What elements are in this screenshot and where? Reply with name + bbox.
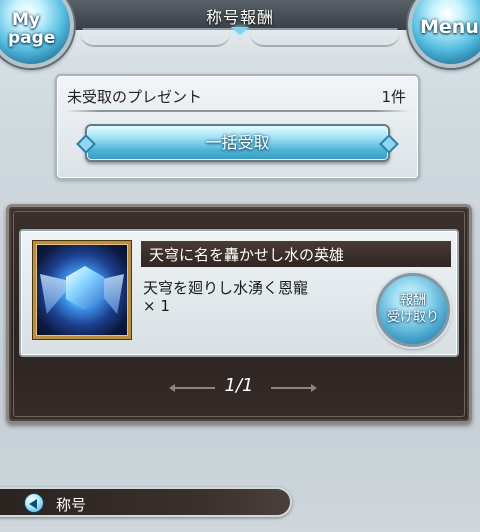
mypage-label-line1: My	[12, 10, 40, 30]
title-name-bar: 天穹に名を轟かせし水の英雄	[141, 241, 451, 267]
mypage-label-line2: page	[8, 28, 56, 48]
menu-label: Menu	[420, 16, 479, 38]
receive-reward-button[interactable]: 報酬 受け取り	[376, 273, 450, 347]
receive-reward-label-line2: 受け取り	[386, 310, 439, 325]
water-title-emblem-icon	[33, 241, 131, 339]
unclaimed-present-count: 1件	[381, 88, 406, 106]
pager-indicator: 1/1	[224, 375, 254, 396]
title-indicator-icon	[231, 27, 249, 35]
back-to-titles-button[interactable]: 称号	[0, 487, 292, 517]
reward-list-panel: 天穹に名を轟かせし水の英雄 天穹を廻りし水湧く恩寵 × 1 報酬 受け取り 1/…	[6, 204, 472, 424]
pager-next-icon[interactable]	[271, 384, 317, 392]
emblem-gem	[66, 266, 104, 310]
reward-item-quantity: × 1	[143, 297, 170, 315]
collect-all-button[interactable]: 一括受取	[85, 124, 390, 162]
divider	[65, 110, 410, 112]
header-ornament-left	[80, 33, 230, 47]
unclaimed-present-label: 未受取のプレゼント	[67, 88, 203, 106]
unclaimed-present-box: 未受取のプレゼント 1件 一括受取	[55, 74, 420, 180]
reward-card: 天穹に名を轟かせし水の英雄 天穹を廻りし水湧く恩寵 × 1 報酬 受け取り	[19, 229, 459, 357]
reward-item-name: 天穹を廻りし水湧く恩寵	[143, 279, 309, 297]
receive-reward-label-line1: 報酬	[399, 293, 426, 308]
back-to-titles-label: 称号	[56, 496, 87, 514]
back-arrow-icon	[24, 493, 44, 513]
header-ornament-right	[250, 33, 400, 47]
title-name: 天穹に名を轟かせし水の英雄	[149, 246, 345, 264]
